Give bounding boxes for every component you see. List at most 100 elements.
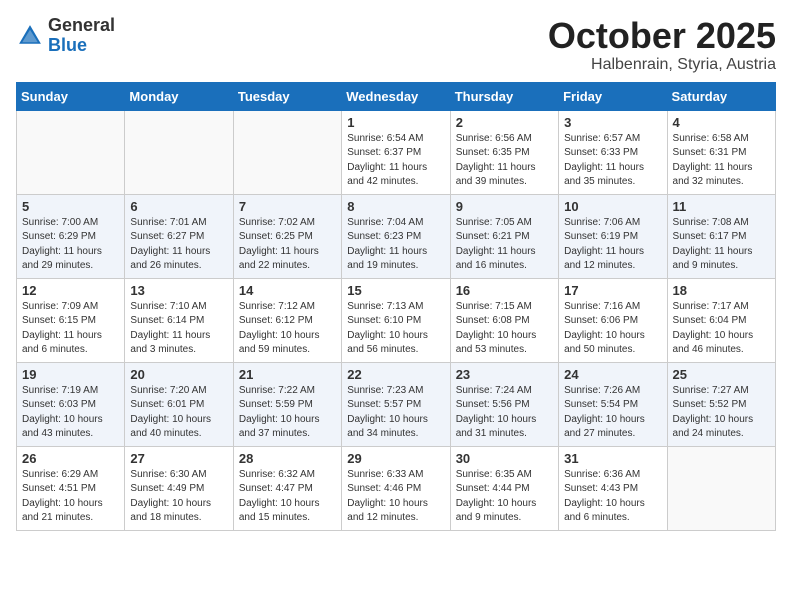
day-number: 13 [130, 283, 227, 298]
calendar-cell: 13 Sunrise: 7:10 AM Sunset: 6:14 PM Dayli… [125, 278, 233, 362]
calendar-cell: 15 Sunrise: 7:13 AM Sunset: 6:10 PM Dayli… [342, 278, 450, 362]
day-number: 31 [564, 451, 661, 466]
day-info: Sunrise: 7:20 AM Sunset: 6:01 PM Dayligh… [130, 384, 227, 442]
day-number: 5 [22, 199, 119, 214]
calendar-week-row: 1 Sunrise: 6:54 AM Sunset: 6:37 PM Daylig… [17, 110, 776, 194]
day-number: 11 [673, 199, 770, 214]
calendar-cell: 19 Sunrise: 7:19 AM Sunset: 6:03 PM Dayli… [17, 362, 125, 446]
day-number: 16 [456, 283, 553, 298]
weekday-header: Friday [559, 82, 667, 110]
calendar-cell: 7 Sunrise: 7:02 AM Sunset: 6:25 PM Daylig… [233, 194, 341, 278]
day-number: 7 [239, 199, 336, 214]
logo-general: General [48, 15, 115, 35]
calendar-week-row: 19 Sunrise: 7:19 AM Sunset: 6:03 PM Dayli… [17, 362, 776, 446]
day-info: Sunrise: 7:23 AM Sunset: 5:57 PM Dayligh… [347, 384, 444, 442]
day-number: 1 [347, 115, 444, 130]
calendar-cell: 28 Sunrise: 6:32 AM Sunset: 4:47 PM Dayli… [233, 446, 341, 530]
location: Halbenrain, Styria, Austria [548, 56, 776, 74]
calendar-cell: 8Sunrise: 7:04 AM Sunset: 6:23 PM Daylig… [342, 194, 450, 278]
logo-icon [16, 22, 44, 50]
day-info: Sunrise: 6:35 AM Sunset: 4:44 PM Dayligh… [456, 468, 553, 526]
day-info: Sunrise: 6:36 AM Sunset: 4:43 PM Dayligh… [564, 468, 661, 526]
calendar-cell: 22Sunrise: 7:23 AM Sunset: 5:57 PM Dayli… [342, 362, 450, 446]
weekday-header-row: SundayMondayTuesdayWednesdayThursdayFrid… [17, 82, 776, 110]
day-number: 10 [564, 199, 661, 214]
day-number: 19 [22, 367, 119, 382]
calendar-cell: 1 Sunrise: 6:54 AM Sunset: 6:37 PM Daylig… [342, 110, 450, 194]
day-number: 15 [347, 283, 444, 298]
calendar-cell: 24Sunrise: 7:26 AM Sunset: 5:54 PM Dayli… [559, 362, 667, 446]
day-number: 9 [456, 199, 553, 214]
day-info: Sunrise: 6:29 AM Sunset: 4:51 PM Dayligh… [22, 468, 119, 526]
calendar-cell: 16 Sunrise: 7:15 AM Sunset: 6:08 PM Dayli… [450, 278, 558, 362]
day-number: 3 [564, 115, 661, 130]
calendar-cell [17, 110, 125, 194]
day-info: Sunrise: 7:27 AM Sunset: 5:52 PM Dayligh… [673, 384, 770, 442]
calendar-cell: 2 Sunrise: 6:56 AM Sunset: 6:35 PM Daylig… [450, 110, 558, 194]
day-number: 29 [347, 451, 444, 466]
day-info: Sunrise: 6:32 AM Sunset: 4:47 PM Dayligh… [239, 468, 336, 526]
day-info: Sunrise: 7:16 AM Sunset: 6:06 PM Dayligh… [564, 300, 661, 358]
day-info: Sunrise: 7:06 AM Sunset: 6:19 PM Dayligh… [564, 216, 661, 274]
day-number: 28 [239, 451, 336, 466]
day-info: Sunrise: 7:15 AM Sunset: 6:08 PM Dayligh… [456, 300, 553, 358]
calendar-cell: 4 Sunrise: 6:58 AM Sunset: 6:31 PM Daylig… [667, 110, 775, 194]
day-info: Sunrise: 7:19 AM Sunset: 6:03 PM Dayligh… [22, 384, 119, 442]
calendar-cell: 26 Sunrise: 6:29 AM Sunset: 4:51 PM Dayli… [17, 446, 125, 530]
day-number: 23 [456, 367, 553, 382]
day-info: Sunrise: 6:58 AM Sunset: 6:31 PM Dayligh… [673, 132, 770, 190]
day-info: Sunrise: 7:10 AM Sunset: 6:14 PM Dayligh… [130, 300, 227, 358]
calendar-week-row: 5 Sunrise: 7:00 AM Sunset: 6:29 PM Daylig… [17, 194, 776, 278]
calendar-cell: 5 Sunrise: 7:00 AM Sunset: 6:29 PM Daylig… [17, 194, 125, 278]
day-number: 12 [22, 283, 119, 298]
day-info: Sunrise: 7:04 AM Sunset: 6:23 PM Dayligh… [347, 216, 444, 274]
day-number: 24 [564, 367, 661, 382]
day-info: Sunrise: 6:33 AM Sunset: 4:46 PM Dayligh… [347, 468, 444, 526]
day-number: 4 [673, 115, 770, 130]
day-info: Sunrise: 6:56 AM Sunset: 6:35 PM Dayligh… [456, 132, 553, 190]
logo: General Blue [16, 16, 115, 56]
weekday-header: Monday [125, 82, 233, 110]
calendar-cell: 18Sunrise: 7:17 AM Sunset: 6:04 PM Dayli… [667, 278, 775, 362]
day-info: Sunrise: 7:01 AM Sunset: 6:27 PM Dayligh… [130, 216, 227, 274]
day-info: Sunrise: 7:02 AM Sunset: 6:25 PM Dayligh… [239, 216, 336, 274]
logo-text: General Blue [48, 16, 115, 56]
calendar-cell: 9 Sunrise: 7:05 AM Sunset: 6:21 PM Daylig… [450, 194, 558, 278]
page-header: General Blue October 2025 Halbenrain, St… [16, 16, 776, 74]
day-info: Sunrise: 7:09 AM Sunset: 6:15 PM Dayligh… [22, 300, 119, 358]
calendar-cell: 11 Sunrise: 7:08 AM Sunset: 6:17 PM Dayli… [667, 194, 775, 278]
calendar-cell: 3 Sunrise: 6:57 AM Sunset: 6:33 PM Daylig… [559, 110, 667, 194]
logo-blue: Blue [48, 35, 87, 55]
day-info: Sunrise: 7:05 AM Sunset: 6:21 PM Dayligh… [456, 216, 553, 274]
calendar-cell: 20Sunrise: 7:20 AM Sunset: 6:01 PM Dayli… [125, 362, 233, 446]
calendar-cell: 30Sunrise: 6:35 AM Sunset: 4:44 PM Dayli… [450, 446, 558, 530]
calendar-cell: 29 Sunrise: 6:33 AM Sunset: 4:46 PM Dayli… [342, 446, 450, 530]
day-number: 2 [456, 115, 553, 130]
calendar-cell [667, 446, 775, 530]
calendar-cell [233, 110, 341, 194]
calendar-cell: 25 Sunrise: 7:27 AM Sunset: 5:52 PM Dayli… [667, 362, 775, 446]
day-number: 17 [564, 283, 661, 298]
day-info: Sunrise: 6:57 AM Sunset: 6:33 PM Dayligh… [564, 132, 661, 190]
weekday-header: Saturday [667, 82, 775, 110]
calendar-cell: 12 Sunrise: 7:09 AM Sunset: 6:15 PM Dayli… [17, 278, 125, 362]
day-info: Sunrise: 6:54 AM Sunset: 6:37 PM Dayligh… [347, 132, 444, 190]
day-info: Sunrise: 7:17 AM Sunset: 6:04 PM Dayligh… [673, 300, 770, 358]
day-info: Sunrise: 7:00 AM Sunset: 6:29 PM Dayligh… [22, 216, 119, 274]
day-number: 26 [22, 451, 119, 466]
calendar-cell: 6 Sunrise: 7:01 AM Sunset: 6:27 PM Daylig… [125, 194, 233, 278]
day-number: 27 [130, 451, 227, 466]
day-info: Sunrise: 7:12 AM Sunset: 6:12 PM Dayligh… [239, 300, 336, 358]
day-info: Sunrise: 7:13 AM Sunset: 6:10 PM Dayligh… [347, 300, 444, 358]
weekday-header: Thursday [450, 82, 558, 110]
day-info: Sunrise: 6:30 AM Sunset: 4:49 PM Dayligh… [130, 468, 227, 526]
day-info: Sunrise: 7:08 AM Sunset: 6:17 PM Dayligh… [673, 216, 770, 274]
calendar-cell: 10 Sunrise: 7:06 AM Sunset: 6:19 PM Dayli… [559, 194, 667, 278]
calendar-cell: 14Sunrise: 7:12 AM Sunset: 6:12 PM Dayli… [233, 278, 341, 362]
calendar-cell: 17 Sunrise: 7:16 AM Sunset: 6:06 PM Dayli… [559, 278, 667, 362]
month-title: October 2025 [548, 16, 776, 56]
weekday-header: Tuesday [233, 82, 341, 110]
calendar-week-row: 26 Sunrise: 6:29 AM Sunset: 4:51 PM Dayli… [17, 446, 776, 530]
day-number: 6 [130, 199, 227, 214]
day-number: 25 [673, 367, 770, 382]
